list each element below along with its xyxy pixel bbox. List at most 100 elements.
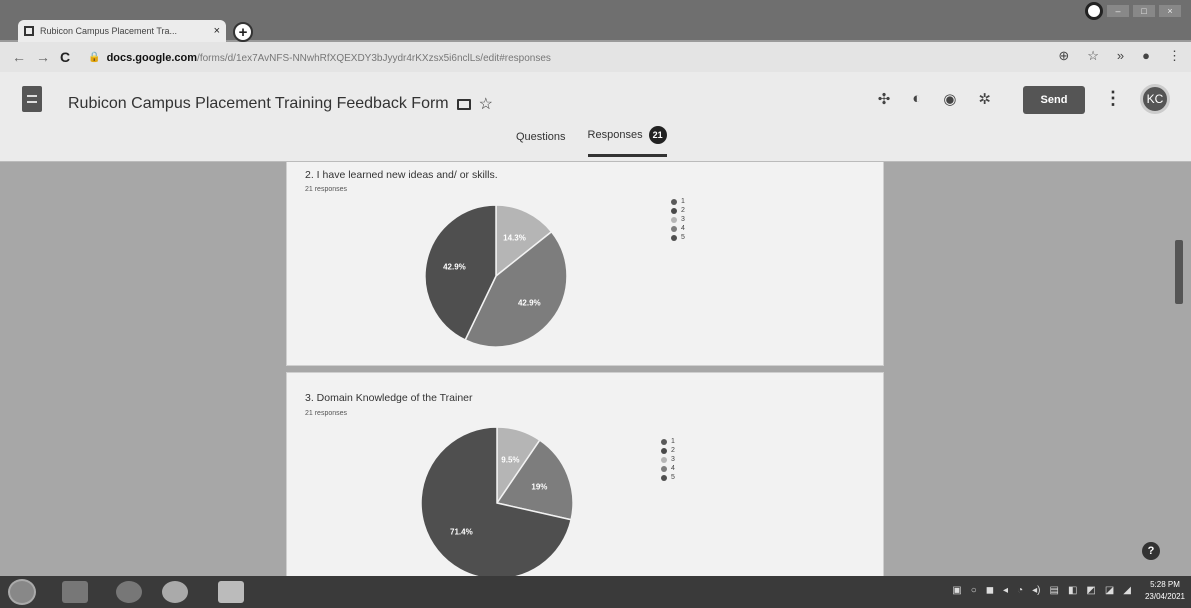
star-icon[interactable]: ☆: [479, 94, 493, 114]
legend-label: 2: [681, 207, 685, 214]
question-title: 3. Domain Knowledge of the Trainer: [305, 392, 473, 404]
tray-icon[interactable]: ▤: [1049, 585, 1058, 596]
settings-gear-icon[interactable]: ✲: [978, 90, 991, 108]
address-bar: ← → C 🔒 docs.google.com/forms/d/1ex7AvNF…: [0, 42, 1191, 72]
send-button[interactable]: Send: [1023, 86, 1085, 114]
volume-icon[interactable]: ◂): [1032, 585, 1040, 596]
url-path: /forms/d/1ex7AvNFS-NNwhRfXQEXDY3bJyydr4r…: [197, 53, 551, 64]
addons-puzzle-icon[interactable]: ✣: [878, 90, 891, 108]
tab-questions-label: Questions: [516, 130, 566, 143]
start-button[interactable]: [8, 579, 36, 605]
close-window-button[interactable]: ×: [1159, 5, 1181, 17]
scrollbar[interactable]: [1175, 162, 1183, 576]
minimize-button[interactable]: –: [1107, 5, 1129, 17]
slice-label-3: 9.5%: [501, 455, 519, 464]
extension-icon[interactable]: ●: [1142, 48, 1150, 64]
tray-icon[interactable]: ◩: [1086, 585, 1095, 596]
taskbar-clock[interactable]: 5:28 PM 23/04/2021: [1145, 579, 1185, 603]
avatar[interactable]: KC: [1140, 84, 1170, 114]
legend-swatch: [661, 438, 667, 445]
preview-eye-icon[interactable]: ◉: [943, 90, 956, 108]
question-card-2: 2. I have learned new ideas and/ or skil…: [286, 162, 884, 366]
browser-tab-title: Rubicon Campus Placement Tra...: [40, 26, 178, 36]
legend-item-1[interactable]: 1: [671, 197, 685, 206]
legend-label: 1: [681, 198, 685, 205]
legend-item-2[interactable]: 2: [661, 446, 675, 455]
tab-questions[interactable]: Questions: [516, 126, 566, 157]
more-options-icon[interactable]: ⋮: [1104, 88, 1122, 109]
legend-label: 1: [671, 438, 675, 445]
legend-swatch: [671, 225, 677, 232]
chrome-profile-icon[interactable]: [1085, 2, 1103, 20]
legend-label: 5: [681, 234, 685, 241]
legend-item-5[interactable]: 5: [671, 233, 685, 242]
reload-icon[interactable]: C: [60, 49, 70, 65]
tray-icon[interactable]: ◧: [1068, 585, 1077, 596]
opera-icon[interactable]: [116, 581, 142, 603]
slice-label-3: 14.3%: [503, 234, 526, 243]
browser-tab[interactable]: Rubicon Campus Placement Tra... ×: [18, 20, 226, 42]
legend-swatch: [671, 234, 677, 241]
zoom-icon[interactable]: ⊕: [1058, 48, 1069, 64]
palette-icon[interactable]: ◐: [912, 90, 921, 108]
extensions-icon[interactable]: »: [1117, 48, 1124, 64]
legend-swatch: [661, 465, 667, 472]
legend-item-5[interactable]: 5: [661, 473, 675, 482]
close-tab-icon[interactable]: ×: [214, 25, 220, 37]
legend-label: 4: [681, 225, 685, 232]
legend-item-1[interactable]: 1: [661, 437, 675, 446]
system-tray: ▣ ○ ◼ ◂ ◔ ◂) ▤ ◧ ◩ ◪ ◢: [952, 585, 1131, 596]
legend-label: 4: [671, 465, 675, 472]
clock-time: 5:28 PM: [1150, 580, 1180, 589]
form-tabs: Questions Responses 21: [516, 126, 667, 157]
app-icon[interactable]: [218, 581, 244, 603]
tab-responses[interactable]: Responses 21: [587, 126, 667, 157]
legend-item-3[interactable]: 3: [661, 455, 675, 464]
chrome-menu-icon[interactable]: ⋮: [1168, 48, 1181, 64]
chrome-icon[interactable]: [162, 581, 188, 603]
legend-swatch: [671, 216, 677, 223]
help-icon[interactable]: ?: [1142, 542, 1160, 560]
tray-icon[interactable]: ◪: [1105, 585, 1114, 596]
slice-label-4: 19%: [531, 482, 547, 491]
slice-label-4: 42.9%: [518, 299, 541, 308]
legend-item-4[interactable]: 4: [671, 224, 685, 233]
legend-item-3[interactable]: 3: [671, 215, 685, 224]
legend-label: 5: [671, 474, 675, 481]
file-explorer-icon[interactable]: [62, 581, 88, 603]
tray-icon[interactable]: ◔: [1017, 585, 1023, 596]
legend-item-2[interactable]: 2: [671, 206, 685, 215]
url-domain: docs.google.com: [106, 52, 198, 64]
back-icon[interactable]: ←: [12, 49, 26, 65]
tray-icon[interactable]: ◼: [986, 585, 994, 596]
tray-app-icon[interactable]: ▣: [952, 585, 961, 596]
forms-favicon-icon: [24, 26, 34, 36]
pie-chart: 9.5% 19% 71.4%: [420, 426, 574, 576]
legend-label: 2: [671, 447, 675, 454]
network-icon[interactable]: ◢: [1123, 585, 1131, 596]
bookmark-star-icon[interactable]: ☆: [1087, 48, 1099, 64]
browser-tab-bar: Rubicon Campus Placement Tra... × + – □ …: [0, 0, 1191, 42]
responses-content: 2. I have learned new ideas and/ or skil…: [0, 162, 1191, 576]
maximize-button[interactable]: □: [1133, 5, 1155, 17]
slice-label-5: 42.9%: [443, 263, 466, 272]
form-title[interactable]: Rubicon Campus Placement Training Feedba…: [68, 95, 449, 113]
forms-header: Rubicon Campus Placement Training Feedba…: [0, 72, 1191, 162]
forward-icon[interactable]: →: [36, 49, 50, 65]
google-forms-logo-icon[interactable]: [22, 86, 42, 112]
folder-icon[interactable]: [456, 98, 471, 110]
legend-item-4[interactable]: 4: [661, 464, 675, 473]
response-count-badge: 21: [648, 126, 667, 144]
chart-legend: 1 2 3 4 5: [661, 437, 675, 482]
chart-legend: 1 2 3 4 5: [671, 197, 685, 242]
pie-chart: 14.3% 42.9% 42.9%: [424, 204, 568, 348]
legend-label: 3: [671, 456, 675, 463]
scrollbar-thumb[interactable]: [1175, 240, 1183, 304]
url-field[interactable]: 🔒 docs.google.com/forms/d/1ex7AvNFS-NNwh…: [88, 50, 551, 65]
legend-label: 3: [681, 216, 685, 223]
question-card-3: 3. Domain Knowledge of the Trainer 21 re…: [286, 372, 884, 576]
new-tab-button[interactable]: +: [233, 22, 253, 42]
tray-opera-icon[interactable]: ○: [971, 585, 977, 596]
tray-arrow-icon[interactable]: ◂: [1003, 585, 1008, 596]
tab-responses-label: Responses: [587, 129, 643, 141]
